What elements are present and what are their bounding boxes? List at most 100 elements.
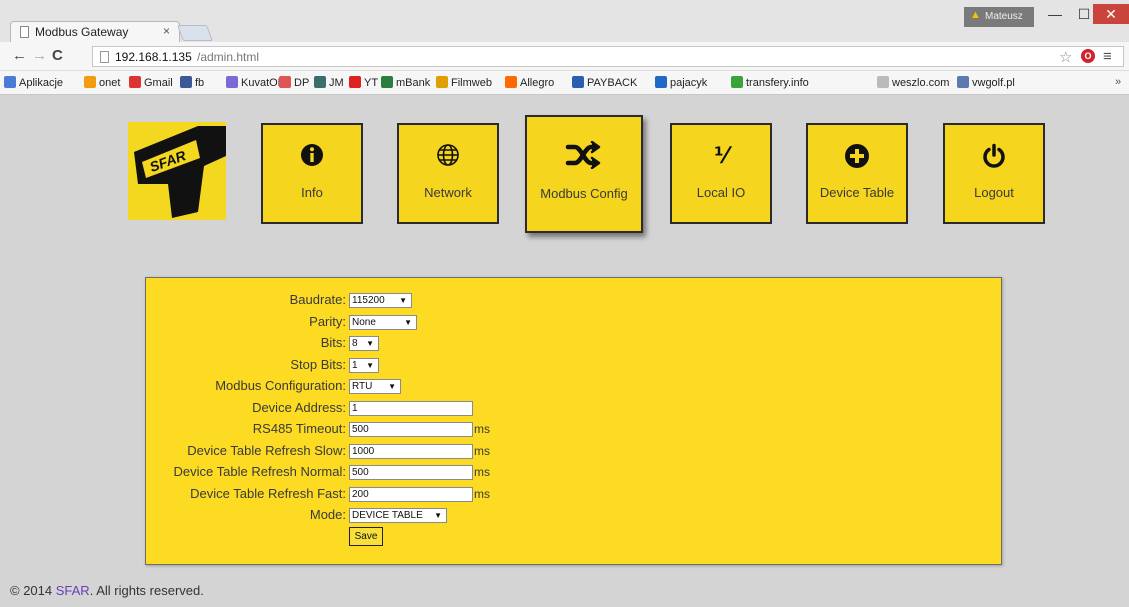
back-arrow-icon[interactable]: ← xyxy=(12,47,27,64)
input-rs485-timeout[interactable]: 500 xyxy=(349,422,473,437)
field-label: Device Table Refresh Normal: xyxy=(173,464,346,479)
form-row: Device Address: 1 xyxy=(146,398,1003,418)
nav-tile-device-table[interactable]: Device Table xyxy=(806,123,908,224)
onet-icon xyxy=(84,76,96,88)
bookmark-item[interactable]: YT xyxy=(349,76,378,89)
input-device-table-refresh-fast[interactable]: 200 xyxy=(349,486,473,502)
tab-close-icon[interactable]: × xyxy=(163,24,170,38)
page-icon xyxy=(20,26,29,38)
bookmarks-overflow-button[interactable]: » xyxy=(1115,76,1121,88)
bookmark-label: pajacyk xyxy=(670,77,708,89)
bookmark-item[interactable]: mBank xyxy=(381,76,430,89)
input-device-table-refresh-slow[interactable]: 1000 xyxy=(349,443,473,459)
close-window-button[interactable]: ✕ xyxy=(1093,4,1129,24)
form-row: Device Table Refresh Fast: 200 ms xyxy=(146,484,1003,504)
percent-icon: ⅟ xyxy=(672,143,770,169)
modbus-config-form: Baudrate: 115200 ▼ Parity: None ▼ Bits: 8 ▼ Stop … xyxy=(145,277,1002,565)
bookmark-label: DP xyxy=(294,77,310,89)
globe-icon xyxy=(399,143,497,169)
nav-tile-label: Info xyxy=(301,185,323,200)
footer-rights: . All rights reserved. xyxy=(89,583,204,598)
form-row: Stop Bits: 1 ▼ xyxy=(146,355,1003,375)
bookmark-item[interactable]: pajacyk xyxy=(655,76,707,89)
bookmark-item[interactable]: Allegro xyxy=(505,76,554,89)
bookmark-item[interactable]: vwgolf.pl xyxy=(957,76,1015,89)
form-row: Device Table Refresh Normal: 500 ms xyxy=(146,462,1003,482)
bookmark-label: JM xyxy=(329,77,344,89)
power-icon xyxy=(945,143,1043,169)
bookmark-label: Aplikacje xyxy=(19,77,64,89)
nav-tile-label: Device Table xyxy=(819,185,895,200)
bookmark-item[interactable]: fb xyxy=(180,76,204,89)
apps-grid-icon xyxy=(4,76,16,88)
info-icon xyxy=(263,143,361,169)
sfar-logo-graphic: SFAR xyxy=(128,122,226,220)
adblock-extension-icon[interactable]: O xyxy=(1081,49,1095,63)
bookmark-item[interactable]: DP xyxy=(279,76,309,89)
gmail-icon xyxy=(129,76,141,88)
field-label: Device Table Refresh Fast: xyxy=(190,485,346,501)
browser-tab[interactable]: Modbus Gateway × xyxy=(10,21,180,42)
select-value: 8 xyxy=(352,338,358,349)
dropdown-arrow-icon: ▼ xyxy=(388,382,396,391)
browser-chrome: Modbus Gateway × ▲ Mateusz — ☐ ✕ ← → C 1… xyxy=(0,0,1129,95)
profile-badge[interactable]: ▲ Mateusz xyxy=(964,7,1034,27)
footer-brand-link[interactable]: SFAR xyxy=(56,583,90,598)
allegro-icon xyxy=(505,76,517,88)
bookmark-item[interactable]: Aplikacje xyxy=(4,76,63,89)
nav-tile-label: Logout xyxy=(974,185,1014,200)
dp-icon xyxy=(279,76,291,88)
select-mode[interactable]: DEVICE TABLE ▼ xyxy=(349,508,447,523)
bookmark-item[interactable]: KuvatON xyxy=(226,76,286,89)
nav-tile-logout[interactable]: Logout xyxy=(943,123,1045,224)
field-label: Device Table Refresh Slow: xyxy=(187,442,346,458)
bookmark-item[interactable]: JM xyxy=(314,76,344,89)
select-value: DEVICE TABLE xyxy=(352,510,423,521)
save-button[interactable]: Save xyxy=(349,527,383,546)
input-device-table-refresh-normal[interactable]: 500 xyxy=(349,465,473,480)
nav-tile-info[interactable]: Info xyxy=(261,123,363,224)
bookmark-label: YT xyxy=(364,77,379,89)
bookmark-item[interactable]: Gmail xyxy=(129,76,173,89)
form-row: Modbus Configuration: RTU ▼ xyxy=(146,376,1003,396)
select-stop-bits[interactable]: 1 ▼ xyxy=(349,357,379,373)
select-value: None xyxy=(352,316,376,328)
bookmark-item[interactable]: PAYBACK xyxy=(572,76,637,89)
form-row: Device Table Refresh Slow: 1000 ms xyxy=(146,441,1003,461)
bookmark-label: mBank xyxy=(396,77,431,89)
bookmark-item[interactable]: Filmweb xyxy=(436,76,492,89)
dropdown-arrow-icon: ▼ xyxy=(404,317,412,327)
bookmark-label: onet xyxy=(99,77,121,89)
title-bar: Modbus Gateway × ▲ Mateusz — ☐ ✕ xyxy=(0,0,1129,42)
bookmark-item[interactable]: weszlo.com xyxy=(877,76,949,89)
select-parity[interactable]: None ▼ xyxy=(349,314,417,330)
reload-icon[interactable]: C xyxy=(52,47,63,64)
forward-arrow-icon[interactable]: → xyxy=(32,47,47,64)
nav-tile-local-io[interactable]: ⅟ Local IO xyxy=(670,123,772,224)
menu-icon[interactable]: ≡ xyxy=(1103,48,1112,65)
form-row: Mode: DEVICE TABLE ▼ xyxy=(146,505,1003,525)
select-baudrate[interactable]: 115200 ▼ xyxy=(349,293,412,308)
bookmark-label: Filmweb xyxy=(451,77,492,89)
select-bits[interactable]: 8 ▼ xyxy=(349,336,379,351)
svg-text:⅟: ⅟ xyxy=(714,144,732,167)
minimize-button[interactable]: — xyxy=(1040,4,1070,24)
field-label: Parity: xyxy=(309,313,346,329)
nav-tile-modbus-config[interactable]: Modbus Config xyxy=(525,115,643,233)
unit-label: ms xyxy=(474,486,490,501)
url-path: /admin.html xyxy=(197,50,260,64)
footer: © 2014 SFAR. All rights reserved. xyxy=(10,583,204,598)
new-tab-button[interactable] xyxy=(177,25,213,41)
bookmark-item[interactable]: transfery.info xyxy=(731,76,809,89)
nav-tile-label: Network xyxy=(424,185,472,200)
pajacyk-icon xyxy=(655,76,667,88)
field-label: Mode: xyxy=(309,507,346,522)
input-device-address[interactable]: 1 xyxy=(349,400,473,416)
select-modbus-configuration[interactable]: RTU ▼ xyxy=(349,379,401,394)
nav-tile-network[interactable]: Network xyxy=(397,123,499,224)
bookmark-label: PAYBACK xyxy=(587,77,638,89)
bookmark-star-icon[interactable]: ☆ xyxy=(1059,48,1072,66)
profile-name: Mateusz xyxy=(985,11,1023,22)
bookmark-item[interactable]: onet xyxy=(84,76,120,89)
address-bar[interactable]: 192.168.1.135 /admin.html ☆ O ≡ xyxy=(92,46,1124,67)
